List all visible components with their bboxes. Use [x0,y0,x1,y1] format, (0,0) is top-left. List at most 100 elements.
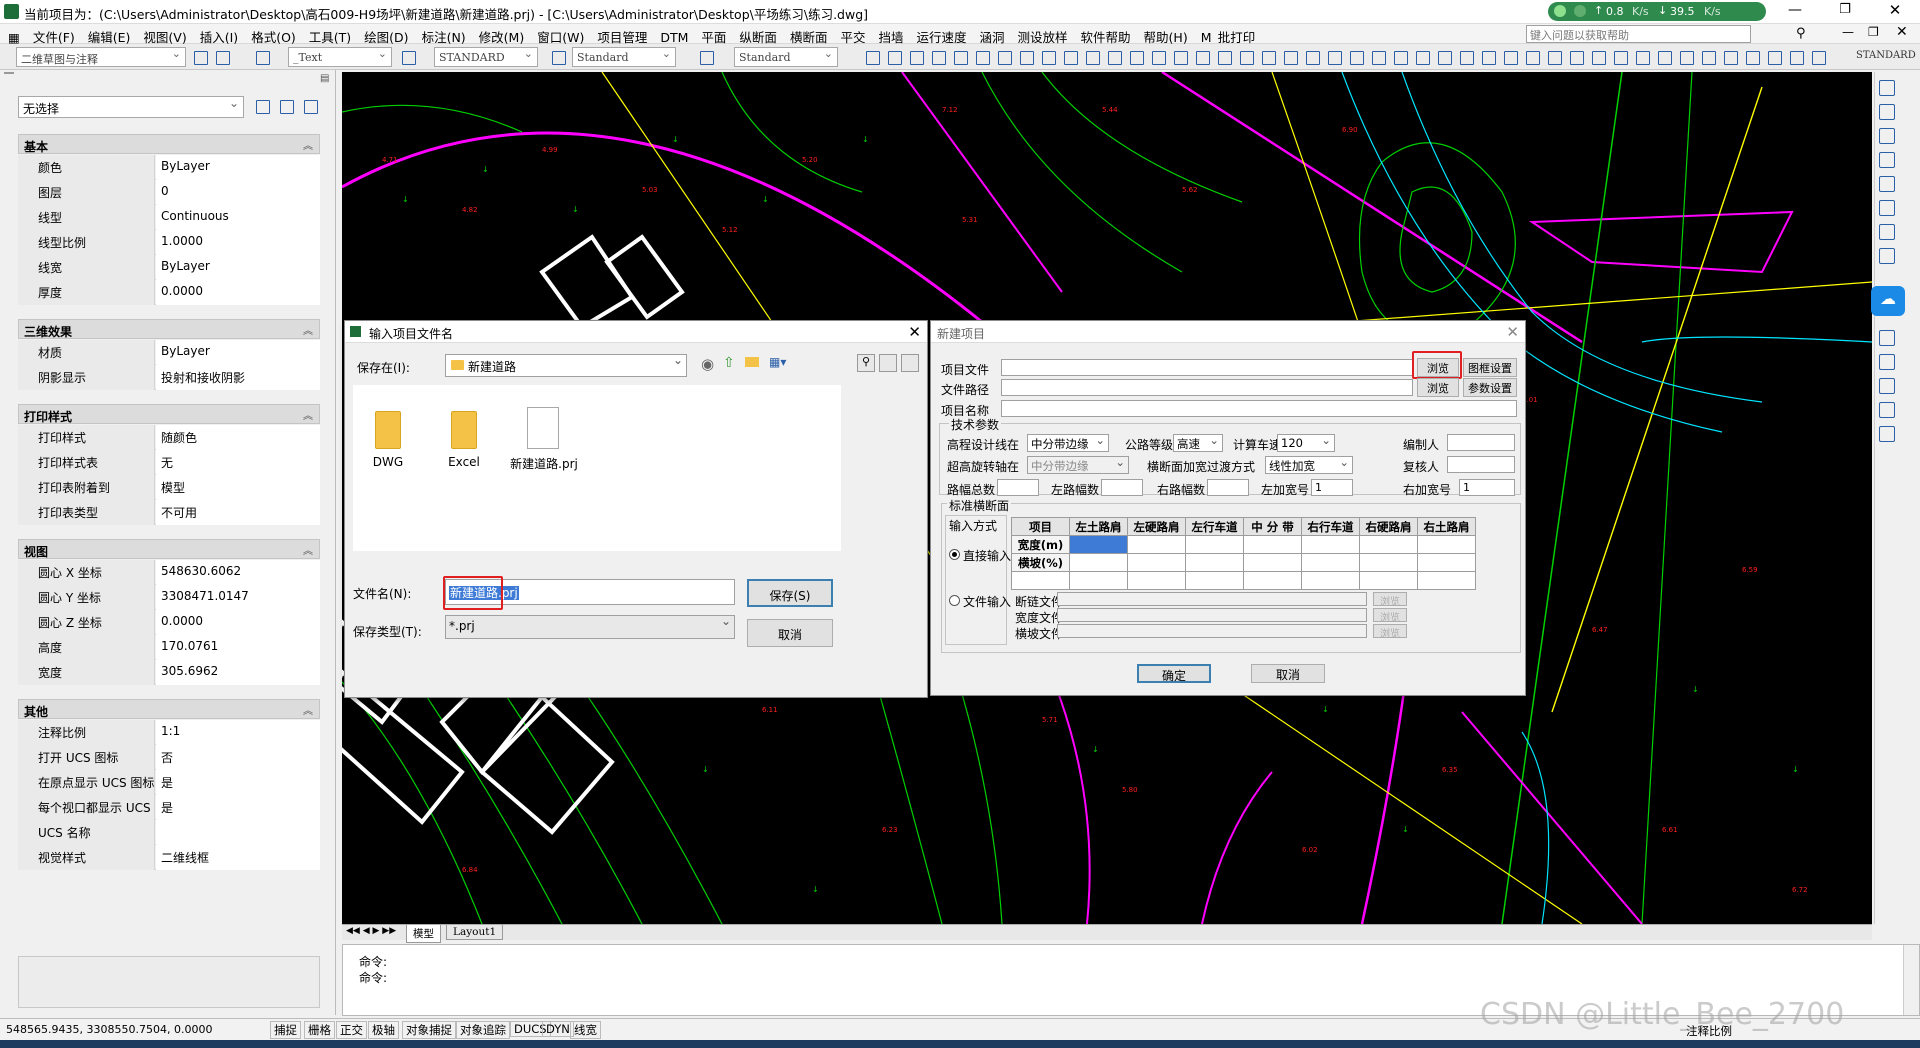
direct-input-radio[interactable] [949,549,960,560]
toolbar-tool-icon[interactable] [1016,47,1036,67]
status-toggle[interactable]: 极轴 [368,1021,399,1039]
chain-file-browse-button[interactable]: 浏览 [1373,592,1407,608]
doc-close-button[interactable]: ✕ [1896,24,1908,40]
property-value[interactable]: 170.0761 [156,635,320,660]
widen-mode-combo[interactable]: 线性加宽 [1265,456,1353,474]
tab-model[interactable]: 模型 [406,925,441,943]
toolbar-tool-icon[interactable] [1060,47,1080,67]
file-item[interactable]: 新建道路.prj [501,455,587,472]
minimize-button[interactable]: — [1780,2,1810,20]
menu-app-icon[interactable]: ▦ [0,27,27,45]
new-project-close-button[interactable]: ✕ [1506,323,1519,341]
total-width-input[interactable] [997,479,1039,496]
menu-item[interactable]: 平交 [834,24,872,46]
grid-cell[interactable] [1011,571,1070,590]
menu-item[interactable]: M_批打印 [1195,24,1263,46]
right-tool-icon[interactable] [1879,248,1895,264]
property-row[interactable]: 圆心 X 坐标 548630.6062 [18,560,320,585]
menu-item[interactable]: 修改(M) [473,24,532,46]
grid-cell[interactable] [1417,571,1476,590]
toolbar-tool-icon[interactable] [884,47,904,67]
toolbar-tool-icon[interactable] [1082,47,1102,67]
command-scrollbar[interactable] [1903,945,1919,1015]
menu-item[interactable]: 窗口(W) [531,24,591,46]
grid-cell[interactable] [1127,571,1186,590]
toolbar-tool-icon[interactable] [1126,47,1146,67]
property-row[interactable]: 打印表类型 不可用 [18,500,320,525]
back-icon[interactable]: ◉ [701,355,714,373]
multileader-style-combo[interactable]: Standard [734,47,838,67]
toolbar-tool-icon[interactable] [972,47,992,67]
right-tool-icon[interactable] [1879,224,1895,240]
toolbar-dim-tool-icon[interactable] [1720,47,1740,67]
grid-cell[interactable] [1243,535,1302,554]
property-row[interactable]: 厚度 0.0000 [18,280,320,305]
toolbar-dim-tool-icon[interactable] [1390,47,1410,67]
grid-cell[interactable] [1417,535,1476,554]
right-tool-icon[interactable] [1879,80,1895,96]
grid-cell[interactable] [1301,553,1360,572]
dim-style-icon[interactable] [398,47,418,67]
grid-cell[interactable] [1185,535,1244,554]
toolbar-tool-icon[interactable] [928,47,948,67]
status-toggle[interactable]: 对象捕捉 [402,1021,456,1039]
status-toggle[interactable]: 线宽 [570,1021,601,1039]
property-row[interactable]: 视觉样式 二维线框 [18,845,320,870]
toolbar-dim-tool-icon[interactable] [1456,47,1476,67]
workspace-combo[interactable]: 二维草图与注释 [16,47,186,67]
toolbar-tool-icon[interactable] [1324,47,1344,67]
file-input-radio[interactable] [949,595,960,606]
toolbar-tool-icon[interactable] [1192,47,1212,67]
width-file-browse-button[interactable]: 浏览 [1373,608,1407,624]
property-row[interactable]: 线型比例 1.0000 [18,230,320,255]
super-axis-combo[interactable]: 中分带边缘 [1027,456,1129,474]
text-style-combo[interactable]: _Text [288,47,392,67]
right-tool-icon[interactable] [1879,200,1895,216]
property-value[interactable]: ByLayer [156,255,320,280]
slope-file-input[interactable] [1057,624,1367,638]
grid-cell[interactable] [1185,571,1244,590]
menu-item[interactable]: 项目管理 [591,24,654,46]
toolbar-tool-icon[interactable] [1258,47,1278,67]
property-section-header[interactable]: 基本 [18,134,320,154]
property-value[interactable]: 模型 [156,475,320,500]
left-add-input[interactable]: 1 [1311,479,1353,496]
menu-item[interactable]: 插入(I) [194,24,245,46]
property-value[interactable]: 不可用 [156,500,320,525]
toolbar-dim-tool-icon[interactable] [1544,47,1564,67]
tab-nav-arrows[interactable]: ◀◀ ◀ ▶ ▶▶ [346,926,396,936]
toolbar-tool-icon[interactable] [906,47,926,67]
help-search-input[interactable]: 键入问题以获取帮助 [1526,25,1751,43]
tools-icon[interactable] [901,354,919,372]
toolbar-tool-icon[interactable] [1038,47,1058,67]
frame-setting-button[interactable]: 图框设置 [1463,358,1517,377]
toolbar-dim-tool-icon[interactable] [1478,47,1498,67]
toolbar-dim-tool-icon[interactable] [1698,47,1718,67]
multileader-style-icon[interactable] [696,47,716,67]
project-name-input[interactable] [1001,400,1517,417]
grid-cell[interactable] [1243,571,1302,590]
property-row[interactable]: 在原点显示 UCS 图标是 [18,770,320,795]
close-button[interactable]: ✕ [1875,1,1915,21]
menu-item[interactable]: 文件(F) [27,24,82,46]
right-tool-icon[interactable] [1879,426,1895,442]
workspace-settings-icon[interactable] [190,47,210,67]
property-row[interactable]: 打印表附着到 模型 [18,475,320,500]
property-value[interactable]: 548630.6062 [156,560,320,585]
property-row[interactable]: UCS 名称 [18,820,320,845]
property-row[interactable]: 线宽 ByLayer [18,255,320,280]
std-section-grid[interactable]: 项目 左土路肩 左硬路肩 左行车道中 分 带右行车道 右硬路肩 右土路肩 宽度(m) 横坡(%… [1011,517,1476,590]
right-tool-icon[interactable] [1879,104,1895,120]
right-tool-icon[interactable] [1879,378,1895,394]
menu-item[interactable]: 视图(V) [137,24,193,46]
toolbar-tool-icon[interactable] [994,47,1014,67]
toggle-pickadd-icon[interactable] [252,96,272,116]
toolbar-dim-tool-icon[interactable] [1632,47,1652,67]
workspace-save-icon[interactable] [212,47,232,67]
command-prompt[interactable]: 命令: [359,969,387,986]
property-value[interactable]: 投射和接收阴影 [156,365,320,390]
toolbar-tool-icon[interactable] [862,47,882,67]
menu-item[interactable]: 标注(N) [416,24,473,46]
property-value[interactable]: 305.6962 [156,660,320,685]
property-row[interactable]: 圆心 Z 坐标 0.0000 [18,610,320,635]
